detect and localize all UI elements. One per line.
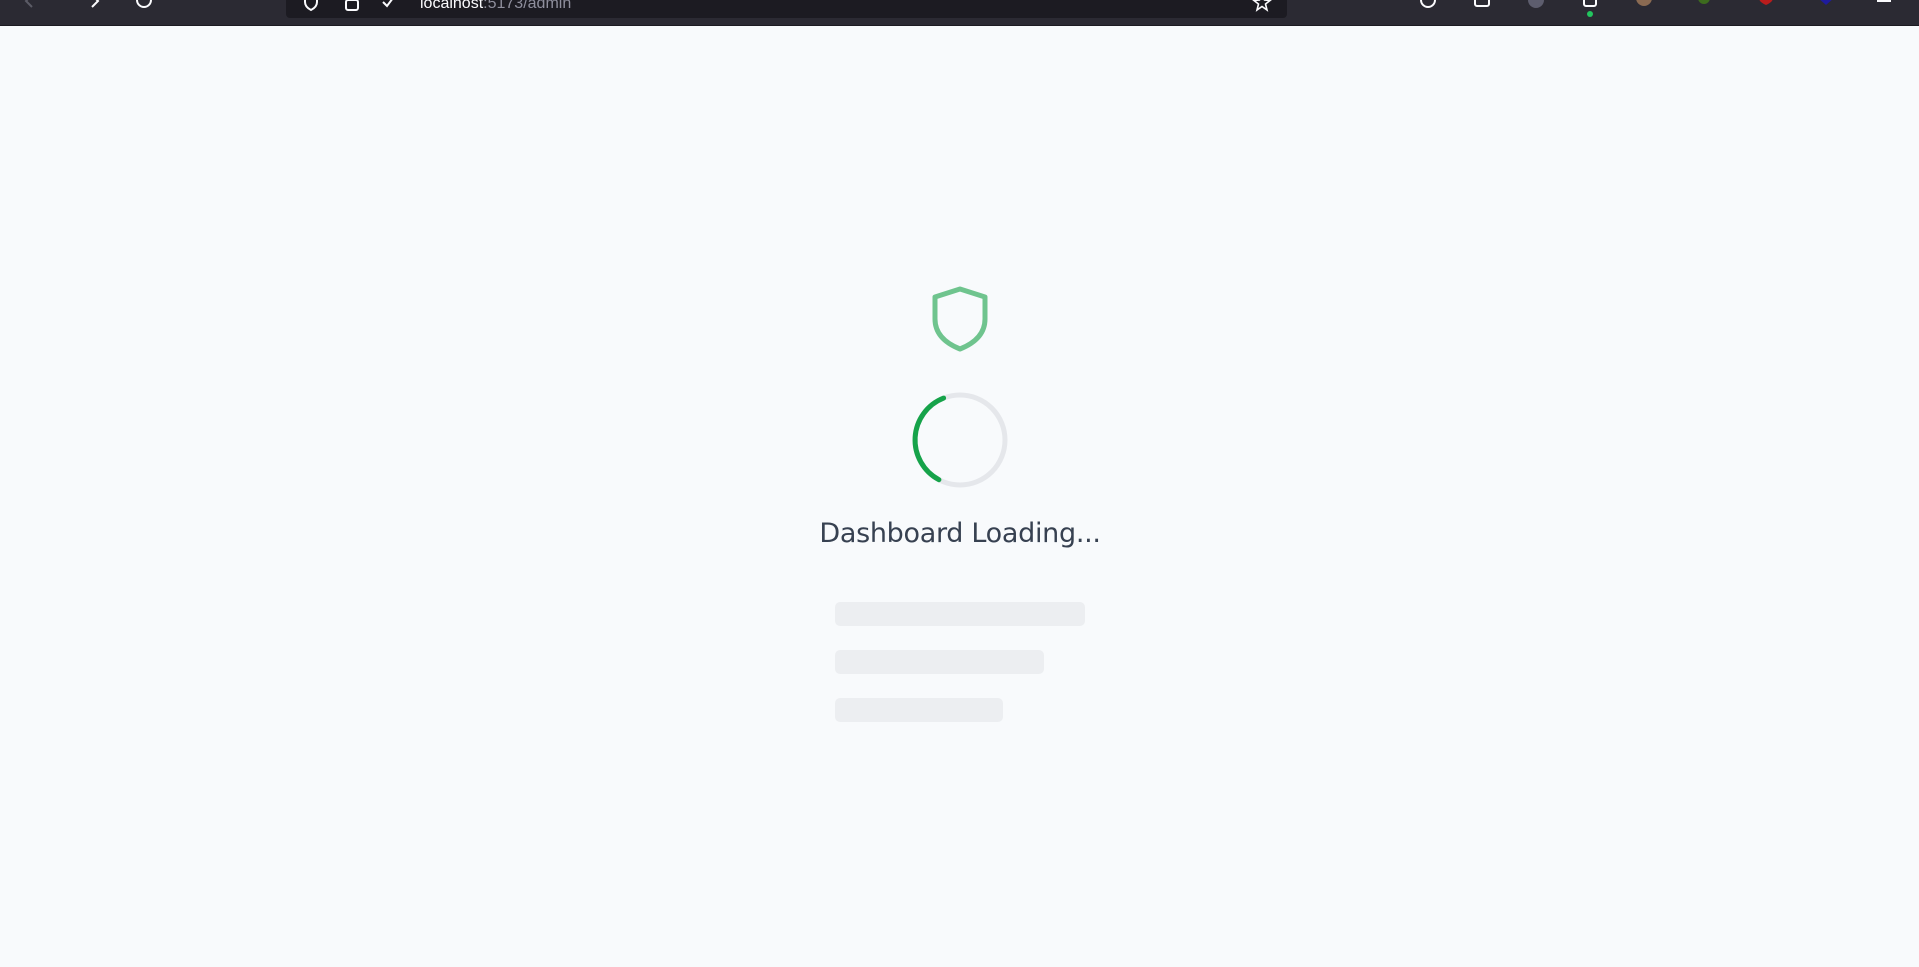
pocket-icon[interactable] — [1472, 0, 1492, 12]
loading-message: Dashboard Loading... — [819, 518, 1101, 549]
account-icon[interactable] — [1418, 0, 1438, 12]
loading-spinner — [912, 392, 1008, 488]
browser-toolbar: localhost:5173/admin — [0, 0, 1919, 26]
forward-icon[interactable] — [84, 0, 104, 12]
extension-icon[interactable] — [1526, 0, 1546, 12]
extension-green-icon[interactable] — [1694, 0, 1714, 12]
spinner-arc — [912, 395, 947, 483]
back-icon[interactable] — [20, 0, 40, 12]
lock-icon[interactable] — [342, 0, 362, 12]
menu-icon[interactable] — [1874, 0, 1894, 12]
tracking-shield-icon[interactable] — [301, 0, 321, 12]
url-bar[interactable]: localhost:5173/admin — [286, 0, 1287, 18]
bookmark-star-icon[interactable] — [1252, 0, 1272, 12]
skeleton-line — [835, 650, 1044, 674]
extension-blue-icon[interactable] — [1816, 0, 1836, 12]
extension-avatar-icon[interactable] — [1634, 0, 1654, 12]
permissions-icon[interactable] — [378, 0, 398, 12]
skeleton-line — [835, 698, 1003, 722]
skeleton-line — [835, 602, 1085, 626]
reload-icon[interactable] — [134, 0, 154, 12]
url-host: localhost — [420, 0, 484, 12]
extension-active-dot — [1587, 11, 1593, 17]
url-text[interactable]: localhost:5173/admin — [420, 0, 571, 13]
extension-red-shield-icon[interactable] — [1756, 0, 1776, 12]
url-path: :5173/admin — [483, 0, 572, 12]
shield-icon — [932, 286, 988, 352]
